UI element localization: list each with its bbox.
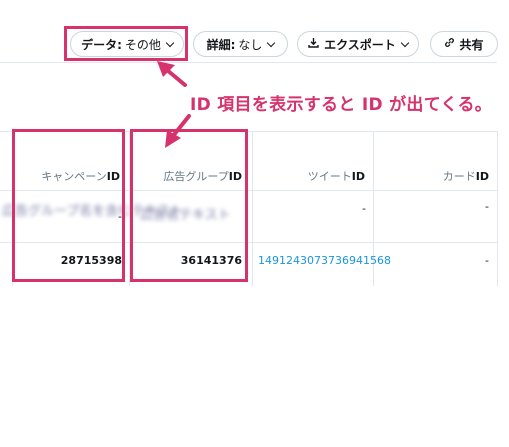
export-button[interactable]: エクスポート: [297, 31, 419, 57]
toolbar-divider: [0, 62, 497, 63]
highlight-ad-group-id-column: [130, 129, 248, 282]
share-button[interactable]: 共有: [430, 31, 498, 57]
annotation-arrow-up: [157, 61, 187, 87]
chevron-down-icon: [267, 38, 276, 47]
detail-dropdown-value: なし: [238, 37, 263, 52]
column-divider: [497, 131, 498, 286]
annotation-text: ID 項目を表示すると ID が出てくる。: [190, 95, 493, 115]
export-label: エクスポート: [324, 37, 396, 52]
link-icon: [444, 37, 455, 51]
download-icon: [308, 37, 319, 51]
chevron-down-icon: [400, 38, 410, 47]
table-cell-card-id: -: [485, 254, 489, 267]
share-label: 共有: [459, 37, 484, 52]
highlight-campaign-id-column: [12, 129, 125, 282]
column-header-card-id[interactable]: カードID: [373, 168, 489, 184]
detail-dropdown-button[interactable]: 詳細: なし: [193, 31, 288, 57]
table-cell-tweet-id-link[interactable]: 1491243073736941568: [258, 254, 391, 267]
detail-dropdown-label: 詳細:: [206, 37, 236, 52]
table-cell-tweet-id: -: [362, 202, 366, 215]
column-header-tweet-id[interactable]: ツイートID: [252, 168, 365, 184]
table-cell-card-id: -: [485, 200, 489, 213]
